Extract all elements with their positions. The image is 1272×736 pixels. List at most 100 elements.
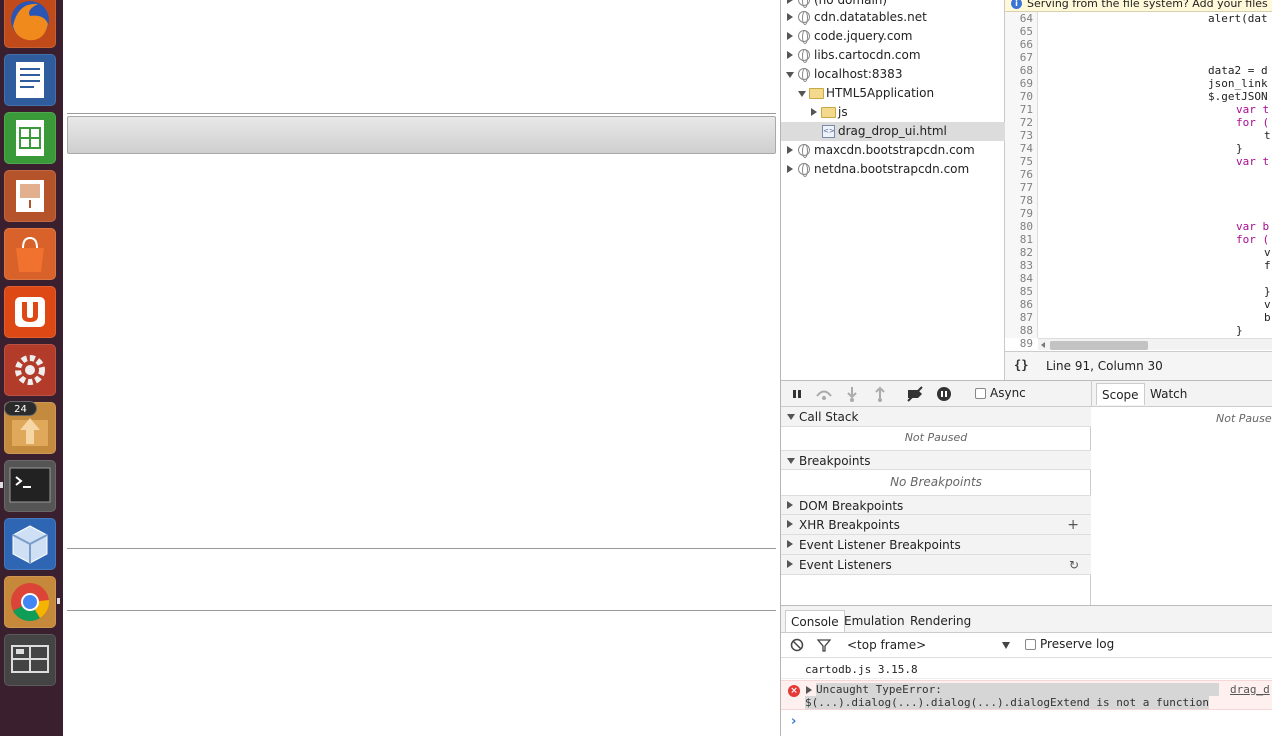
dialog-titlebar[interactable] <box>67 116 776 154</box>
code-line[interactable]: for ( <box>1236 233 1269 246</box>
filter-icon[interactable] <box>817 638 831 652</box>
pause-icon[interactable] <box>787 385 807 403</box>
console-prompt[interactable]: › <box>791 714 796 729</box>
code-line[interactable]: f <box>1264 259 1271 272</box>
line-number[interactable]: 70 <box>1005 90 1033 103</box>
pane-breakpoints[interactable]: Breakpoints <box>781 450 1091 470</box>
pane-call-stack[interactable]: Call Stack <box>781 407 1091 427</box>
code-line[interactable]: var t <box>1236 155 1269 168</box>
line-number[interactable]: 64 <box>1005 12 1033 25</box>
add-icon[interactable]: + <box>1067 515 1079 535</box>
line-number[interactable]: 84 <box>1005 272 1033 285</box>
tab-console[interactable]: Console <box>785 610 845 632</box>
line-number[interactable]: 78 <box>1005 194 1033 207</box>
tree-item-code-jquery[interactable]: code.jquery.com <box>781 27 1005 46</box>
tree-item-js-folder[interactable]: js <box>781 103 1005 122</box>
firefox-icon[interactable] <box>4 0 56 48</box>
libreoffice-calc-icon[interactable] <box>4 112 56 164</box>
tree-item-cdn-datatables[interactable]: cdn.datatables.net <box>781 8 1005 27</box>
workspace-switcher-icon[interactable] <box>4 634 56 686</box>
pane-dom-breakpoints[interactable]: DOM Breakpoints <box>781 495 1091 515</box>
libreoffice-writer-icon[interactable] <box>4 54 56 106</box>
line-number[interactable]: 68 <box>1005 64 1033 77</box>
code-line[interactable]: for ( <box>1236 116 1269 129</box>
tree-item-libs-cartocdn[interactable]: libs.cartocdn.com <box>781 46 1005 65</box>
line-number[interactable]: 67 <box>1005 51 1033 64</box>
line-number[interactable]: 66 <box>1005 38 1033 51</box>
expand-arrow-icon[interactable] <box>806 686 812 694</box>
horizontal-scrollbar[interactable] <box>1038 338 1272 350</box>
line-number[interactable]: 82 <box>1005 246 1033 259</box>
preserve-log-label: Preserve log <box>1040 637 1115 651</box>
tree-item-maxcdn-bootstrapcdn[interactable]: maxcdn.bootstrapcdn.com <box>781 141 1005 160</box>
line-number[interactable]: 76 <box>1005 168 1033 181</box>
line-number[interactable]: 81 <box>1005 233 1033 246</box>
refresh-icon[interactable]: ↻ <box>1069 555 1079 575</box>
pause-on-exceptions-icon[interactable] <box>934 385 954 403</box>
async-checkbox[interactable] <box>975 388 986 399</box>
tree-item-netdna-bootstrapcdn[interactable]: netdna.bootstrapcdn.com <box>781 160 1005 179</box>
pane-event-listener-breakpoints[interactable]: Event Listener Breakpoints <box>781 535 1091 555</box>
line-number[interactable]: 74 <box>1005 142 1033 155</box>
scroll-left-icon[interactable] <box>1041 342 1045 348</box>
line-number[interactable]: 85 <box>1005 285 1033 298</box>
terminal-icon[interactable] <box>4 460 56 512</box>
step-out-icon[interactable] <box>870 385 890 403</box>
error-source-link[interactable]: drag_d <box>1230 683 1270 696</box>
pretty-print-button[interactable]: {} <box>1014 358 1028 372</box>
line-number[interactable]: 77 <box>1005 181 1033 194</box>
code-line[interactable]: alert(dat <box>1208 12 1268 25</box>
ubuntu-one-icon[interactable] <box>4 286 56 338</box>
software-center-icon[interactable] <box>4 228 56 280</box>
preserve-log-checkbox[interactable] <box>1025 639 1036 650</box>
code-line[interactable]: var t <box>1236 103 1269 116</box>
system-settings-icon[interactable] <box>4 344 56 396</box>
call-stack-state: Not Paused <box>904 431 968 444</box>
code-line[interactable]: $.getJSON <box>1208 90 1268 103</box>
tab-scope[interactable]: Scope <box>1096 383 1145 405</box>
code-line[interactable]: } <box>1236 142 1243 155</box>
deactivate-breakpoints-icon[interactable] <box>905 385 925 403</box>
virtualbox-icon[interactable] <box>4 518 56 570</box>
code-line[interactable]: json_link <box>1208 77 1268 90</box>
code-line[interactable]: v <box>1264 246 1271 259</box>
dropdown-arrow-icon[interactable] <box>1002 642 1010 649</box>
line-number[interactable]: 87 <box>1005 311 1033 324</box>
line-number[interactable]: 88 <box>1005 324 1033 337</box>
step-over-icon[interactable] <box>814 385 834 403</box>
line-number[interactable]: 69 <box>1005 77 1033 90</box>
tree-item-drag-drop-ui[interactable]: <> drag_drop_ui.html <box>781 122 1005 141</box>
pane-event-listeners[interactable]: Event Listeners ↻ <box>781 555 1091 575</box>
expand-arrow-icon <box>787 520 793 528</box>
tree-item-localhost[interactable]: localhost:8383 <box>781 65 1005 84</box>
libreoffice-impress-icon[interactable] <box>4 170 56 222</box>
code-line[interactable]: data2 = d <box>1208 64 1268 77</box>
line-number[interactable]: 71 <box>1005 103 1033 116</box>
console-error-message[interactable]: × Uncaught TypeError: $(...).dialog(...)… <box>781 680 1272 710</box>
step-into-icon[interactable] <box>842 385 862 403</box>
tab-rendering[interactable]: Rendering <box>905 610 976 632</box>
code-line[interactable]: } <box>1264 285 1271 298</box>
chrome-icon[interactable] <box>4 576 56 628</box>
line-number[interactable]: 86 <box>1005 298 1033 311</box>
line-number[interactable]: 75 <box>1005 155 1033 168</box>
line-number[interactable]: 72 <box>1005 116 1033 129</box>
tab-watch[interactable]: Watch <box>1145 383 1192 405</box>
tab-emulation[interactable]: Emulation <box>839 610 910 632</box>
line-number[interactable]: 79 <box>1005 207 1033 220</box>
line-number[interactable]: 89 <box>1005 337 1033 350</box>
scrollbar-thumb[interactable] <box>1050 341 1148 350</box>
code-line[interactable]: t <box>1264 129 1271 142</box>
tree-item-html5application[interactable]: HTML5Application <box>781 84 1005 103</box>
pane-xhr-breakpoints[interactable]: XHR Breakpoints + <box>781 515 1091 535</box>
code-line[interactable]: var b <box>1236 220 1269 233</box>
line-number[interactable]: 83 <box>1005 259 1033 272</box>
line-number[interactable]: 73 <box>1005 129 1033 142</box>
code-line[interactable]: b <box>1264 311 1271 324</box>
clear-console-icon[interactable] <box>790 638 804 652</box>
code-line[interactable]: } <box>1236 324 1243 337</box>
code-line[interactable]: v <box>1264 298 1271 311</box>
frame-selector[interactable]: <top frame> <box>847 638 926 652</box>
line-number[interactable]: 65 <box>1005 25 1033 38</box>
line-number[interactable]: 80 <box>1005 220 1033 233</box>
